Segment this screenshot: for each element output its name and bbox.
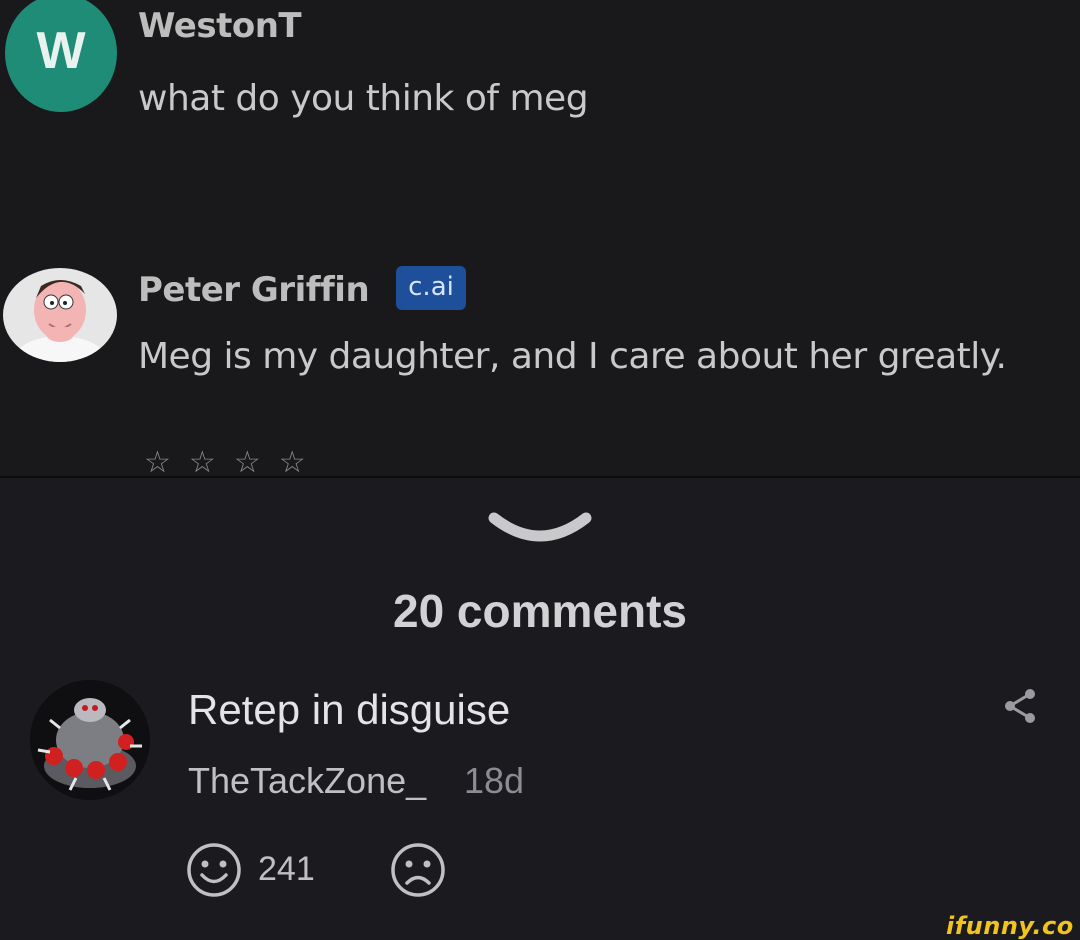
bot-message-text: Meg is my daughter, and I care about her… [138, 336, 1007, 377]
share-icon[interactable] [1000, 686, 1040, 731]
comment-age: 18d [464, 760, 525, 801]
user-message-text: what do you think of meg [138, 78, 589, 119]
peter-griffin-avatar [3, 268, 117, 362]
rating-stars: ☆ ☆ ☆ ☆ [144, 446, 306, 478]
smile-count: 241 [258, 850, 315, 888]
star-icon: ☆ [144, 446, 171, 478]
comment-text: Retep in disguise [188, 686, 511, 733]
chat-screenshot: W WestonT what do you think of meg Peter… [0, 0, 1080, 478]
star-icon: ☆ [233, 446, 261, 478]
comments-count: 20 comments [392, 585, 687, 637]
user-name: WestonT [138, 6, 302, 46]
commenter-avatar[interactable] [30, 680, 150, 800]
ifunny-watermark: ifunny.co [946, 912, 1074, 940]
comment-username[interactable]: TheTackZone_ [188, 760, 426, 802]
user-avatar: W [5, 0, 117, 112]
chevron-down-icon[interactable] [488, 510, 592, 553]
frown-icon[interactable] [390, 842, 446, 903]
star-icon: ☆ [188, 446, 216, 478]
smile-icon[interactable] [186, 842, 242, 903]
cai-badge: c.ai [396, 266, 466, 310]
star-icon: ☆ [278, 446, 306, 478]
bot-name: Peter Griffin [138, 270, 370, 310]
